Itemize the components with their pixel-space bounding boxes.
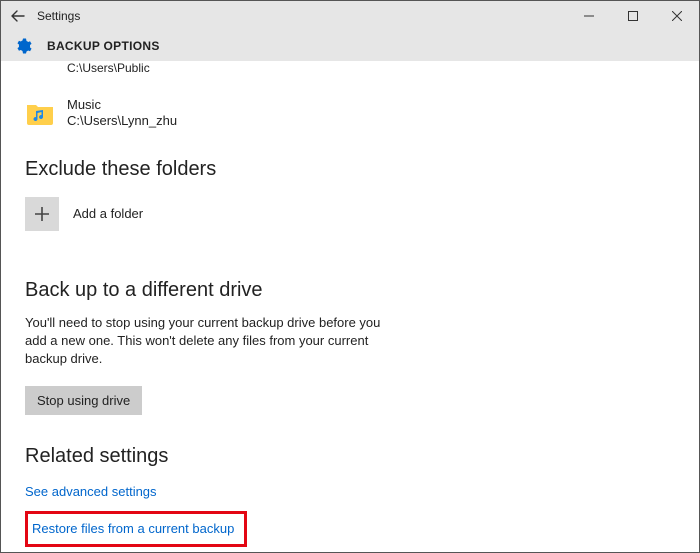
minimize-icon xyxy=(584,11,594,21)
truncated-folder-path: C:\Users\Public xyxy=(25,61,675,75)
restore-link-highlight: Restore files from a current backup xyxy=(25,511,247,547)
backup-drive-description: You'll need to stop using your current b… xyxy=(25,314,385,369)
music-folder-icon xyxy=(25,100,55,126)
back-arrow-icon xyxy=(10,8,26,24)
folder-item-music[interactable]: Music C:\Users\Lynn_zhu xyxy=(25,97,675,130)
related-settings-heading: Related settings xyxy=(25,445,675,468)
settings-window: Settings BACKUP OPTIONS C:\Users\Public xyxy=(0,0,700,553)
add-folder-label: Add a folder xyxy=(59,206,143,221)
folder-path: C:\Users\Lynn_zhu xyxy=(67,113,177,129)
folder-item-text: Music C:\Users\Lynn_zhu xyxy=(55,97,177,130)
window-title: Settings xyxy=(35,9,80,23)
close-icon xyxy=(672,11,682,21)
see-advanced-settings-link[interactable]: See advanced settings xyxy=(25,484,675,499)
page-header: BACKUP OPTIONS xyxy=(1,31,699,61)
plus-icon xyxy=(25,197,59,231)
add-folder-button[interactable]: Add a folder xyxy=(25,197,675,231)
maximize-icon xyxy=(628,11,638,21)
back-button[interactable] xyxy=(1,8,35,24)
close-button[interactable] xyxy=(655,1,699,31)
exclude-heading: Exclude these folders xyxy=(25,158,675,181)
backup-drive-heading: Back up to a different drive xyxy=(25,279,675,302)
content-area: C:\Users\Public Music C:\Users\Lynn_zhu … xyxy=(1,61,699,552)
titlebar: Settings xyxy=(1,1,699,31)
stop-using-drive-button[interactable]: Stop using drive xyxy=(25,386,142,415)
gear-icon xyxy=(13,36,33,56)
minimize-button[interactable] xyxy=(567,1,611,31)
maximize-button[interactable] xyxy=(611,1,655,31)
folder-name: Music xyxy=(67,97,177,113)
page-title: BACKUP OPTIONS xyxy=(33,39,160,53)
restore-files-link[interactable]: Restore files from a current backup xyxy=(32,521,234,536)
